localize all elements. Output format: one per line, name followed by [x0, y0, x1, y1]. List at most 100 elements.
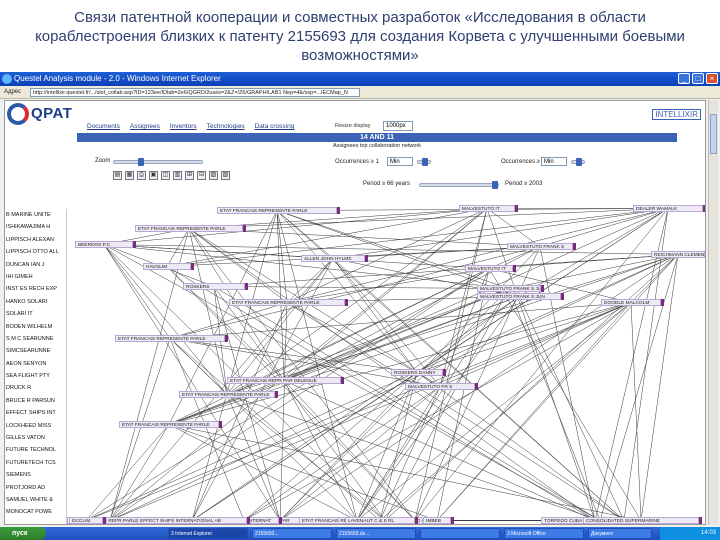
- zoom-in-icon[interactable]: ⊞: [185, 171, 194, 180]
- graph-node[interactable]: CONSOLIDATED SUPERMARINE: [583, 517, 699, 524]
- zoom-slider[interactable]: [113, 158, 203, 166]
- assignee-list-item[interactable]: SOLARI IT: [5, 308, 66, 320]
- print-icon[interactable]: ⎙: [137, 171, 146, 180]
- graph-node[interactable]: MALVESTUTO FRANK S JUN: [477, 293, 561, 300]
- maximize-button[interactable]: □: [692, 73, 704, 84]
- browser-titlebar: Questel Analysis module - 2.0 - Windows …: [0, 72, 720, 86]
- scrollbar-thumb[interactable]: [710, 114, 717, 154]
- assignee-list-item[interactable]: BODEN WILHELM: [5, 321, 66, 333]
- assignee-list-item[interactable]: MONOCAT POWE: [5, 506, 66, 518]
- toolbar-icon-1[interactable]: ▤: [113, 171, 122, 180]
- zoom-out-icon[interactable]: ⊟: [197, 171, 206, 180]
- menu-documents[interactable]: Documents: [87, 123, 120, 130]
- occurrences-slider-1-handle[interactable]: [422, 158, 428, 166]
- graph-node[interactable]: REICHMANN CLEMENS: [651, 251, 705, 258]
- taskbar-item-ie[interactable]: 3 Internet Explorer: [168, 528, 248, 539]
- slide-title: Связи патентной кооперации и совместных …: [35, 9, 685, 64]
- assignee-list-item[interactable]: LOCKHEED MISS: [5, 420, 66, 432]
- assignee-list-item[interactable]: INST ES RECH EXP: [5, 283, 66, 295]
- toolbar-icon-10[interactable]: ▨: [221, 171, 230, 180]
- graph-edge: [356, 386, 441, 521]
- node-marker-icon: [561, 293, 564, 300]
- period-slider-1[interactable]: [419, 181, 499, 189]
- taskbar-item-office[interactable]: 3 Microsoft Office: [504, 528, 584, 539]
- assignee-list-item[interactable]: LIPPISCH OTTO ALL: [5, 246, 66, 258]
- menu-data-crossing[interactable]: Data crossing: [255, 123, 295, 130]
- assignee-list-item[interactable]: GILLES VATON: [5, 432, 66, 444]
- assignee-list-item[interactable]: FUTURE TECHNOL: [5, 444, 66, 456]
- toolbar-icon-6[interactable]: ▥: [173, 171, 182, 180]
- graph-node[interactable]: LAVENAUT C & S RL: [345, 517, 415, 524]
- graph-node[interactable]: EFFECT SHIPS INTERNATIONAL AB: [137, 517, 247, 524]
- graph-node[interactable]: DOODLE MALCOLM: [601, 299, 661, 306]
- toolbar-icon-5[interactable]: ◫: [161, 171, 170, 180]
- graph-node[interactable]: DEALER WAMALK: [633, 205, 703, 212]
- graph-edge: [188, 228, 416, 521]
- graph-node[interactable]: ETAT FRANCAIS REPR PAR DELEGUE: [227, 377, 341, 384]
- assignee-list-item[interactable]: EFFECT SHIPS INT: [5, 407, 66, 419]
- taskbar-item-3[interactable]: 2155693.ds...: [336, 528, 416, 539]
- graph-node[interactable]: IMBEB: [423, 517, 451, 524]
- occurrences-slider-2-handle[interactable]: [576, 158, 582, 166]
- toolbar-icon-2[interactable]: ▦: [125, 171, 134, 180]
- vertical-scrollbar[interactable]: [708, 100, 718, 525]
- occurrences-select-2[interactable]: Min: [541, 157, 567, 166]
- graph-node[interactable]: MALVESTUTO FRANK S JUN: [477, 285, 541, 292]
- graph-node[interactable]: ETAT FRANCAIS REPRESENTE PARLE: [115, 335, 225, 342]
- assignee-list-item[interactable]: PROTJORD AD: [5, 482, 66, 494]
- graph-node[interactable]: ETAT FRANCAIS REPRESENTE PARLE: [135, 225, 243, 232]
- menu-inventors[interactable]: Inventors: [170, 123, 197, 130]
- graph-node[interactable]: ROSKERS DANNY: [391, 369, 443, 376]
- close-button[interactable]: ×: [706, 73, 718, 84]
- toolbar-icon-4[interactable]: ▣: [149, 171, 158, 180]
- graph-edge: [188, 228, 288, 303]
- taskbar-item-document[interactable]: Документ: [588, 528, 652, 539]
- browser-title: Questel Analysis module - 2.0 - Windows …: [14, 74, 221, 83]
- menu-assignees[interactable]: Assignees: [130, 123, 160, 130]
- assignee-list-item[interactable]: S M C SEARUNNE: [5, 333, 66, 345]
- menu-technologies[interactable]: Technologies: [207, 123, 245, 130]
- assignee-list-item[interactable]: LIPPISCH ALEXAN: [5, 234, 66, 246]
- assignee-list-item[interactable]: SEA FLIGHT PTY: [5, 370, 66, 382]
- taskbar-item-2[interactable]: 2155693...: [252, 528, 332, 539]
- assignee-list-item[interactable]: DUNCAN IAN J: [5, 259, 66, 271]
- graph-node[interactable]: ETAT FRANCAIS REPRESENTE PARLE: [179, 391, 275, 398]
- assignee-list-item[interactable]: B MARINE UNITE: [5, 209, 66, 221]
- graph-node[interactable]: MALVESTUTO IT: [459, 205, 515, 212]
- graph-node[interactable]: DCCLIM: [69, 517, 103, 524]
- graph-node[interactable]: ETAT FRANCAIS REPRESENTE PARLE: [217, 207, 337, 214]
- graph-node[interactable]: BEERDOS P.C.: [75, 241, 133, 248]
- assignee-list-item[interactable]: ISHIKAWAJIMA H: [5, 221, 66, 233]
- occurrences-select-1[interactable]: Min: [387, 157, 413, 166]
- zoom-slider-handle[interactable]: [138, 158, 144, 166]
- assignee-list-item[interactable]: SAMUEL WHITE &: [5, 494, 66, 506]
- occurrences-slider-2[interactable]: [571, 158, 585, 166]
- main-menu: Documents Assignees Inventors Technologi…: [87, 123, 294, 130]
- assignee-list-item[interactable]: DRUCK R: [5, 382, 66, 394]
- minimize-button[interactable]: _: [678, 73, 690, 84]
- address-input[interactable]: http://intellixir.questel.fr/.../slot_co…: [30, 88, 360, 97]
- graph-node[interactable]: MALVESTUTO IT: [465, 265, 513, 272]
- node-marker-icon: [703, 205, 705, 212]
- resize-select[interactable]: 1000px: [383, 121, 413, 131]
- assignee-list-item[interactable]: BRUCE R PARSUN: [5, 395, 66, 407]
- graph-node[interactable]: HAVOLIM: [143, 263, 191, 270]
- period-slider-1-handle[interactable]: [492, 181, 498, 189]
- assignee-list-item[interactable]: HANKO SOLARI: [5, 296, 66, 308]
- assignee-list-item[interactable]: IHI GIMEH: [5, 271, 66, 283]
- graph-node[interactable]: ALLEN JOHN HYLMS: [301, 255, 365, 262]
- toolbar-icon-9[interactable]: ▧: [209, 171, 218, 180]
- graph-node[interactable]: ROSKERS: [183, 283, 245, 290]
- graph-node[interactable]: MALVESTUTO FRANK S: [507, 243, 573, 250]
- graph-edge: [109, 258, 334, 521]
- graph-node[interactable]: ETAT FRANCAIS REPRESENTE PARLE: [229, 299, 345, 306]
- assignee-list-item[interactable]: SIEMENS: [5, 469, 66, 481]
- assignee-list-item[interactable]: AEON SENYON: [5, 358, 66, 370]
- start-button[interactable]: пуск: [0, 527, 46, 540]
- taskbar-item-4[interactable]: [420, 528, 500, 539]
- occurrences-slider-1[interactable]: [417, 158, 431, 166]
- graph-node[interactable]: MALVESTUTO FR S: [405, 383, 475, 390]
- assignee-list-item[interactable]: FUTURETECH TCS: [5, 457, 66, 469]
- graph-node[interactable]: ETAT FRANCAIS REPRESENTE PARLE: [119, 421, 219, 428]
- assignee-list-item[interactable]: SIMCSEARUNNE: [5, 345, 66, 357]
